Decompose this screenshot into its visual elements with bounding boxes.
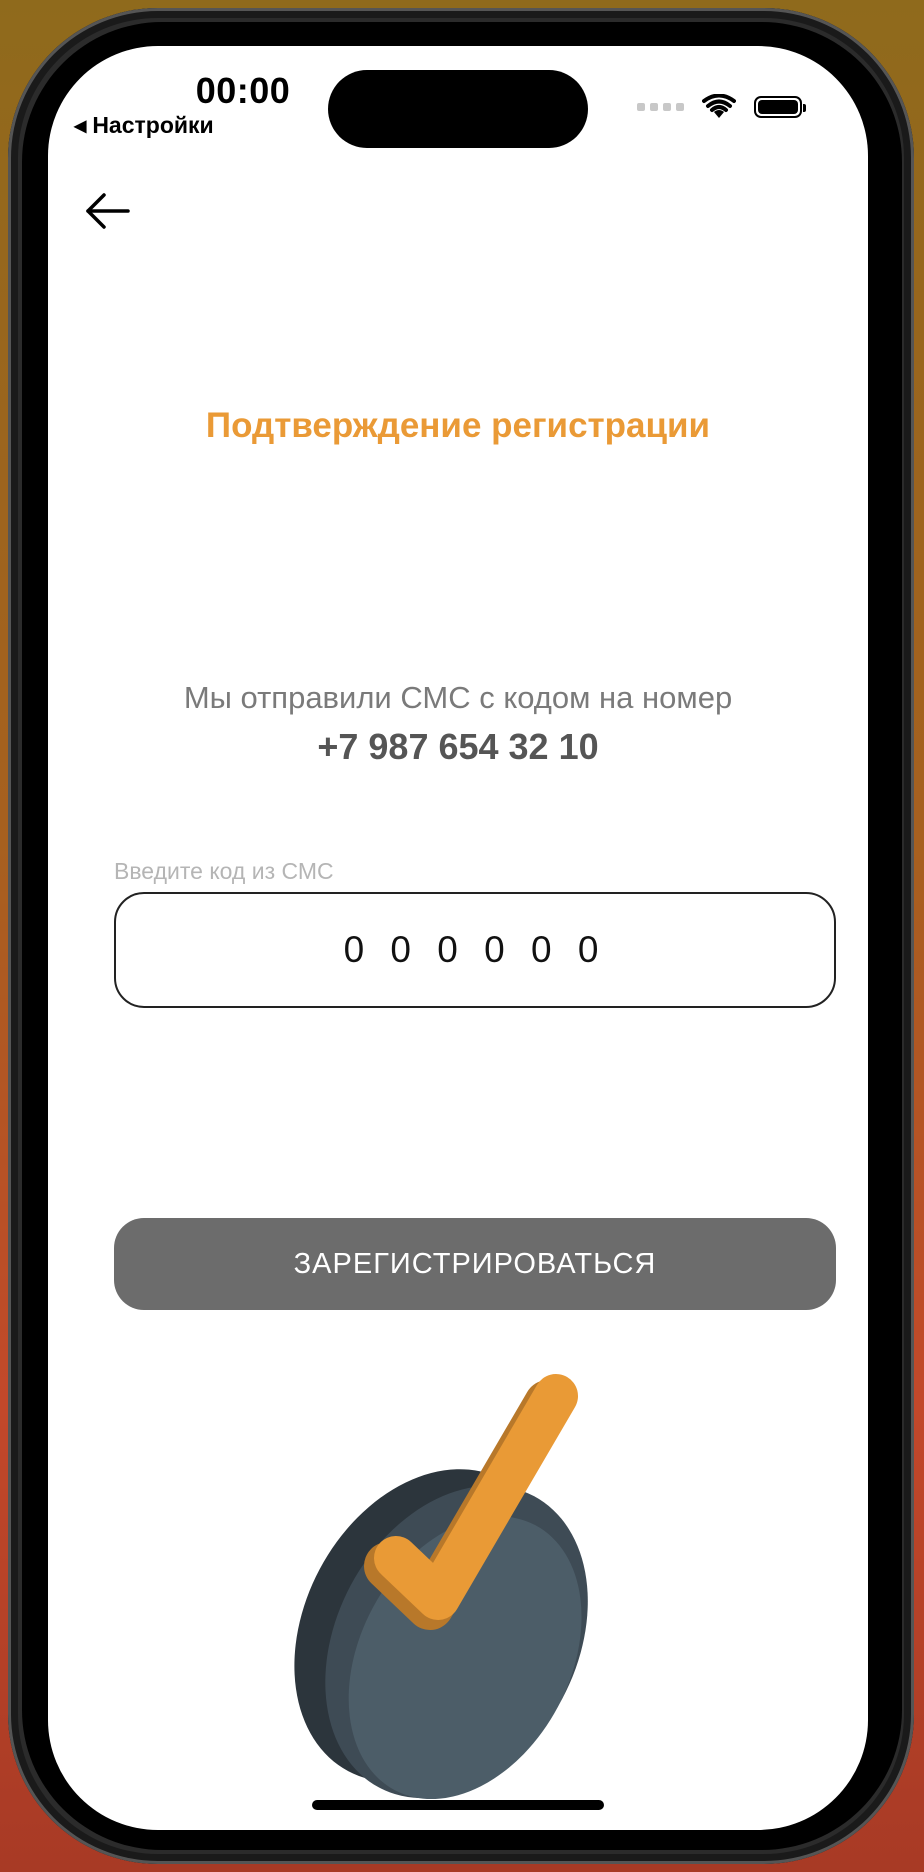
cellular-signal-icon bbox=[637, 103, 684, 111]
sms-info-text: Мы отправили СМС с кодом на номер bbox=[183, 680, 733, 715]
code-field-label: Введите код из СМС bbox=[114, 858, 334, 884]
dynamic-island bbox=[328, 70, 588, 148]
screen: 00:00 ◀ Настройки Подтверждение регистра… bbox=[48, 46, 868, 1830]
battery-icon bbox=[754, 96, 806, 118]
status-time: 00:00 bbox=[195, 70, 291, 111]
back-triangle-icon: ◀ bbox=[74, 117, 87, 135]
back-app-label: Настройки bbox=[92, 112, 214, 138]
checkmark-badge-icon bbox=[294, 1374, 588, 1800]
wifi-icon bbox=[702, 94, 736, 118]
status-icons bbox=[637, 94, 806, 120]
phone-number: +7 987 654 32 10 bbox=[317, 726, 599, 767]
back-to-app-link[interactable]: ◀ Настройки bbox=[74, 112, 214, 139]
arrow-left-icon[interactable] bbox=[82, 186, 132, 236]
home-indicator[interactable] bbox=[312, 1800, 604, 1810]
sms-code-input[interactable] bbox=[114, 892, 836, 1008]
register-button[interactable]: ЗАРЕГИСТРИРОВАТЬСЯ bbox=[114, 1218, 836, 1310]
page-title: Подтверждение регистрации bbox=[205, 406, 711, 445]
